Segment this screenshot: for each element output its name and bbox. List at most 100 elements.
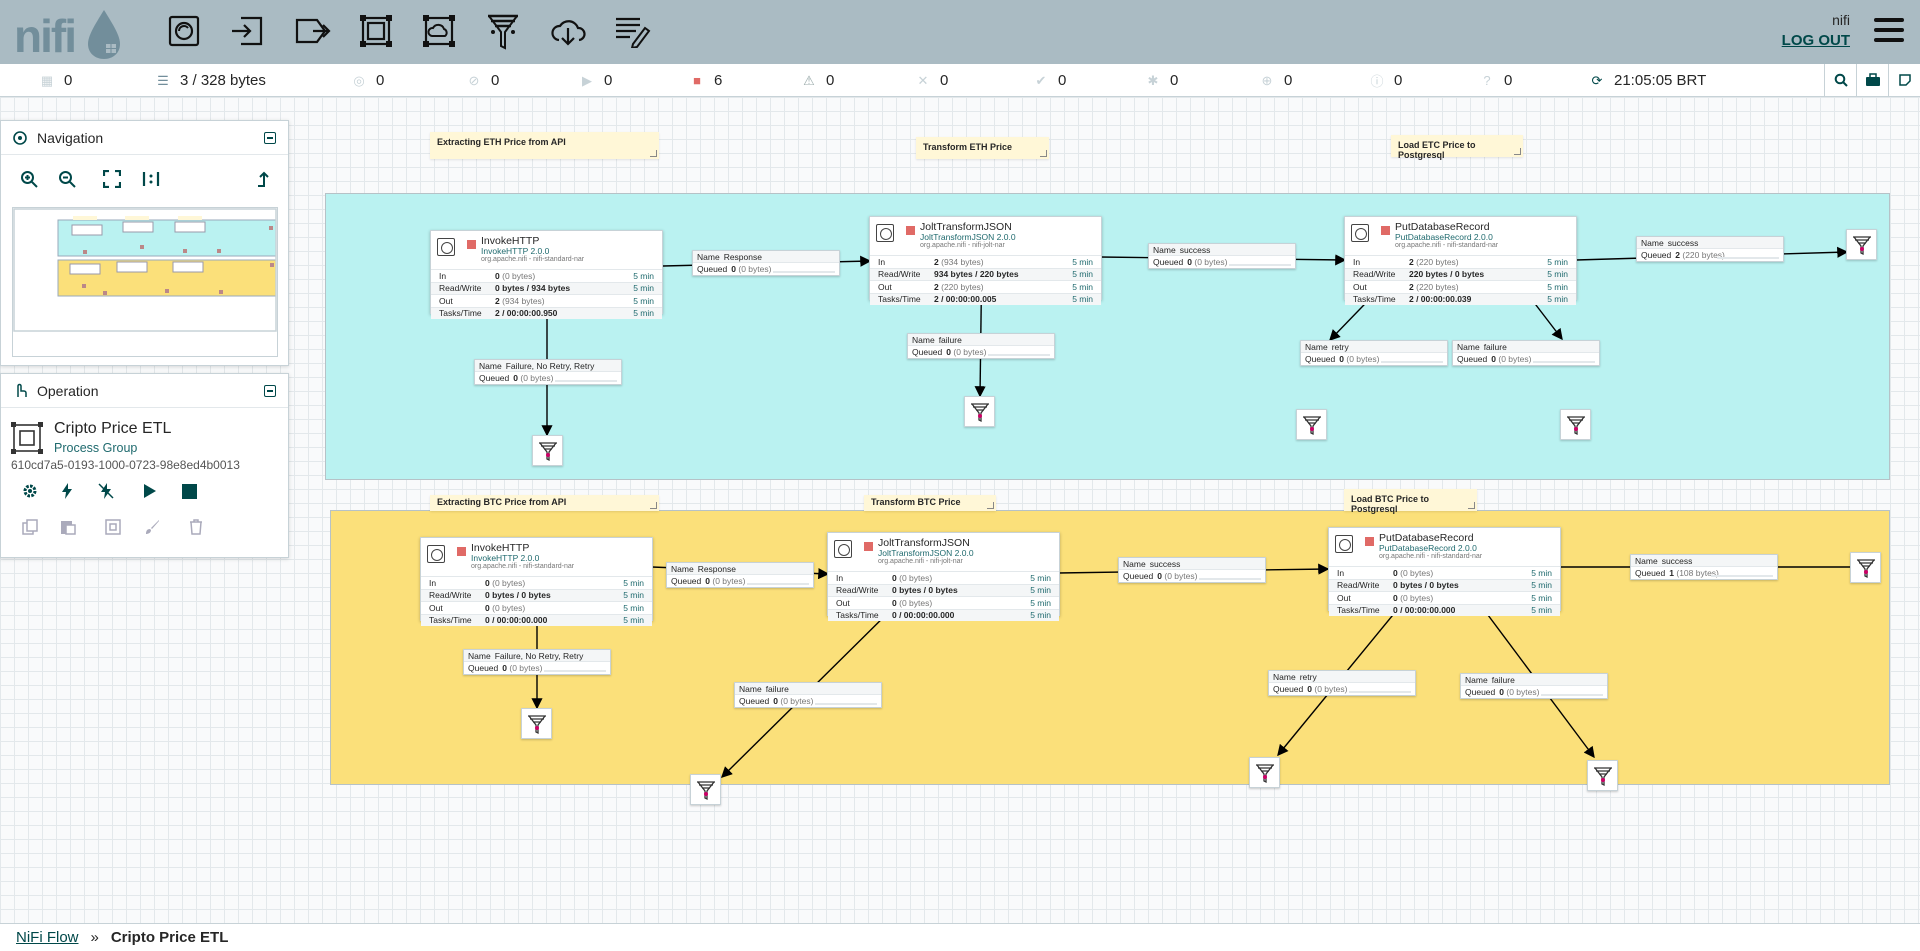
stat-value: 934 bytes / 220 bytes bbox=[934, 269, 1019, 280]
refresh-icon[interactable]: ⟳ bbox=[1590, 73, 1604, 88]
add-funnel-button[interactable] bbox=[483, 10, 523, 52]
btc-put-retry-queue[interactable]: Name retry Queued 0 (0 bytes) bbox=[1268, 670, 1416, 696]
eth-invokehttp-processor[interactable]: InvokeHTTP InvokeHTTP 2.0.0 org.apache.n… bbox=[430, 230, 663, 319]
eth-jolt-processor[interactable]: JoltTransformJSON JoltTransformJSON 2.0.… bbox=[869, 216, 1102, 305]
paste-button[interactable] bbox=[57, 516, 79, 538]
fit-to-screen-button[interactable] bbox=[102, 169, 122, 189]
funnel[interactable] bbox=[1249, 757, 1280, 788]
selected-group-type: Process Group bbox=[54, 441, 138, 455]
add-label-button[interactable] bbox=[612, 10, 652, 52]
connection-name: success bbox=[1667, 238, 1699, 248]
btc-transform-label[interactable]: Transform BTC Price bbox=[864, 495, 996, 511]
funnel[interactable] bbox=[1587, 760, 1618, 791]
status-queued: ☰ 3 / 328 bytes bbox=[157, 72, 266, 89]
funnel[interactable] bbox=[1296, 409, 1327, 440]
breadcrumb-root-link[interactable]: NiFi Flow bbox=[16, 929, 79, 946]
stat-time: 5 min bbox=[1030, 572, 1051, 583]
funnel[interactable] bbox=[532, 435, 563, 466]
copy-button[interactable] bbox=[19, 516, 41, 538]
configure-button[interactable] bbox=[19, 480, 41, 502]
add-processor-button[interactable] bbox=[164, 10, 204, 52]
funnel[interactable] bbox=[690, 774, 721, 805]
funnel[interactable] bbox=[521, 708, 552, 739]
zoom-out-button[interactable] bbox=[57, 169, 77, 189]
funnel[interactable] bbox=[1850, 552, 1881, 583]
toggle-sidebar-button[interactable] bbox=[1888, 64, 1920, 96]
enable-button[interactable] bbox=[56, 480, 78, 502]
bulletin-board-button[interactable] bbox=[1856, 64, 1888, 96]
stat-time: 5 min bbox=[633, 283, 654, 294]
funnel[interactable] bbox=[964, 396, 995, 427]
btc-load-label[interactable]: Load BTC Price to Postgresql bbox=[1344, 489, 1477, 514]
disable-icon bbox=[98, 483, 114, 499]
global-menu-button[interactable] bbox=[1874, 18, 1904, 44]
eth-invoke-failure-queue[interactable]: Name Failure, No Retry, Retry Queued 0 (0 … bbox=[474, 359, 622, 385]
eth-extract-label[interactable]: Extracting ETH Price from API bbox=[430, 132, 659, 159]
btc-jolt-processor[interactable]: JoltTransformJSON JoltTransformJSON 2.0.… bbox=[827, 532, 1060, 621]
disable-button[interactable] bbox=[95, 480, 117, 502]
btc-jolt-failure-queue[interactable]: Name failure Queued 0 (0 bytes) bbox=[734, 682, 882, 708]
connection-name: Failure, No Retry, Retry bbox=[505, 361, 595, 371]
collapse-navigation-button[interactable] bbox=[264, 132, 276, 144]
change-color-button[interactable] bbox=[141, 516, 163, 538]
eth-put-success-queue[interactable]: Name success Queued 2 (220 bytes) bbox=[1636, 236, 1784, 262]
queued-count: 0 bbox=[502, 663, 507, 673]
queued-size: (0 bytes) bbox=[738, 264, 772, 274]
eth-put-failure-queue[interactable]: Name failure Queued 0 (0 bytes) bbox=[1452, 340, 1600, 366]
btc-jolt-success-queue[interactable]: Name success Queued 0 (0 bytes) bbox=[1118, 557, 1266, 583]
name-key: Name bbox=[1123, 559, 1146, 569]
funnel[interactable] bbox=[1560, 409, 1591, 440]
stat-size: (0 bytes) bbox=[502, 270, 536, 281]
btc-extract-label[interactable]: Extracting BTC Price from API bbox=[430, 495, 659, 511]
eth-load-label[interactable]: Load ETC Price to Postgresql bbox=[1391, 135, 1523, 160]
stat-label: In bbox=[878, 256, 886, 267]
search-button[interactable] bbox=[1824, 64, 1856, 96]
processor-bundle: org.apache.nifi - nifi-standard-nar bbox=[481, 256, 585, 263]
queued-count: 0 bbox=[1307, 684, 1312, 694]
eth-putdatabaserecord-processor[interactable]: PutDatabaseRecord PutDatabaseRecord 2.0.… bbox=[1344, 216, 1577, 305]
add-template-button[interactable] bbox=[548, 10, 588, 52]
start-button[interactable] bbox=[139, 480, 161, 502]
stat-label: Read/Write bbox=[429, 590, 472, 601]
add-input-port-button[interactable] bbox=[227, 10, 267, 52]
eth-jolt-success-queue[interactable]: Name success Queued 0 (0 bytes) bbox=[1148, 243, 1296, 269]
eth-response-queue[interactable]: Name Response Queued 0 (0 bytes) bbox=[692, 250, 840, 276]
operation-palette: Operation Cripto Price ETL Process Group… bbox=[0, 373, 289, 558]
leave-group-button[interactable] bbox=[253, 169, 273, 189]
navigation-header[interactable]: Navigation bbox=[1, 121, 288, 155]
actual-size-button[interactable] bbox=[141, 169, 161, 189]
add-output-port-button[interactable] bbox=[292, 10, 332, 52]
collapse-operation-button[interactable] bbox=[264, 385, 276, 397]
eth-jolt-failure-queue[interactable]: Name failure Queued 0 (0 bytes) bbox=[907, 333, 1055, 359]
delete-button[interactable] bbox=[185, 516, 207, 538]
eth-put-retry-queue[interactable]: Name retry Queued 0 (0 bytes) bbox=[1300, 340, 1448, 366]
process-group-icon bbox=[360, 15, 392, 47]
queued-key: Queued bbox=[1457, 354, 1488, 364]
btc-invokehttp-processor[interactable]: InvokeHTTP InvokeHTTP 2.0.0 org.apache.n… bbox=[420, 537, 653, 626]
btc-put-success-queue[interactable]: Name success Queued 1 (108 bytes) bbox=[1630, 554, 1778, 580]
stat-size: (0 bytes) bbox=[899, 597, 933, 608]
stat-time: 5 min bbox=[1531, 605, 1552, 616]
queued-size: (0 bytes) bbox=[1346, 354, 1380, 364]
zoom-in-button[interactable] bbox=[19, 169, 39, 189]
status-sync-failure: ? 0 bbox=[1480, 72, 1512, 89]
stop-button[interactable] bbox=[178, 480, 200, 502]
nifi-logo[interactable]: nifi bbox=[12, 6, 130, 60]
funnel[interactable] bbox=[1846, 229, 1877, 260]
stat-value: 0 / 00:00:00.000 bbox=[892, 610, 955, 621]
status-last-refreshed[interactable]: ⟳ 21:05:05 BRT bbox=[1590, 72, 1707, 89]
btc-put-failure-queue[interactable]: Name failure Queued 0 (0 bytes) bbox=[1460, 673, 1608, 699]
eth-transform-label[interactable]: Transform ETH Price bbox=[916, 137, 1049, 159]
group-button[interactable] bbox=[102, 516, 124, 538]
btc-putdatabaserecord-processor[interactable]: PutDatabaseRecord PutDatabaseRecord 2.0.… bbox=[1328, 527, 1561, 616]
btc-invoke-failure-queue[interactable]: Name Failure, No Retry, Retry Queued 0 (0 … bbox=[463, 649, 611, 675]
birdseye-overview[interactable] bbox=[12, 207, 278, 357]
operation-header[interactable]: Operation bbox=[1, 374, 288, 408]
add-process-group-button[interactable] bbox=[356, 10, 396, 52]
logout-link[interactable]: LOG OUT bbox=[1782, 32, 1850, 49]
stat-label: Out bbox=[439, 295, 453, 306]
stat-value: 0 bytes / 934 bytes bbox=[495, 283, 571, 294]
play-icon bbox=[144, 484, 156, 498]
btc-response-queue[interactable]: Name Response Queued 0 (0 bytes) bbox=[666, 562, 814, 588]
add-remote-group-button[interactable] bbox=[419, 10, 459, 52]
